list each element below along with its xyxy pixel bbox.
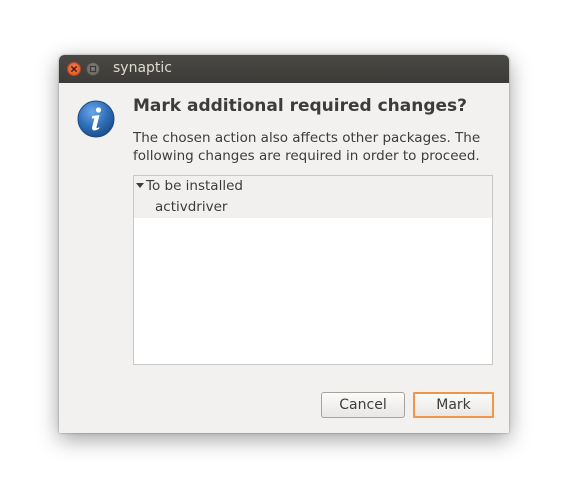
minimize-icon: [89, 65, 97, 73]
title-bar[interactable]: synaptic: [59, 55, 509, 83]
tree-item-label: activdriver: [155, 199, 228, 215]
mark-button[interactable]: Mark: [413, 392, 494, 418]
tree-group-row[interactable]: To be installed: [134, 176, 492, 197]
screen-background: synaptic Mark additional required change…: [0, 0, 571, 503]
dialog-message-line: following changes are required in order …: [133, 148, 480, 164]
tree-item-row[interactable]: activdriver: [134, 197, 492, 218]
cancel-button[interactable]: Cancel: [321, 392, 405, 418]
close-icon: [71, 66, 77, 72]
window-title: synaptic: [113, 60, 172, 76]
dialog-message: The chosen action also affects other pac…: [133, 129, 499, 165]
dialog-heading: Mark additional required changes?: [133, 96, 468, 116]
expander-arrow-down-icon[interactable]: [136, 183, 144, 189]
info-icon: [77, 100, 115, 138]
tree-group-label: To be installed: [146, 178, 243, 194]
close-window-button[interactable]: [67, 62, 81, 76]
dialog-window: synaptic Mark additional required change…: [59, 55, 509, 433]
changes-tree-view[interactable]: To be installed activdriver: [133, 175, 493, 365]
minimize-window-button[interactable]: [86, 62, 100, 76]
dialog-message-line: The chosen action also affects other pac…: [133, 130, 481, 146]
